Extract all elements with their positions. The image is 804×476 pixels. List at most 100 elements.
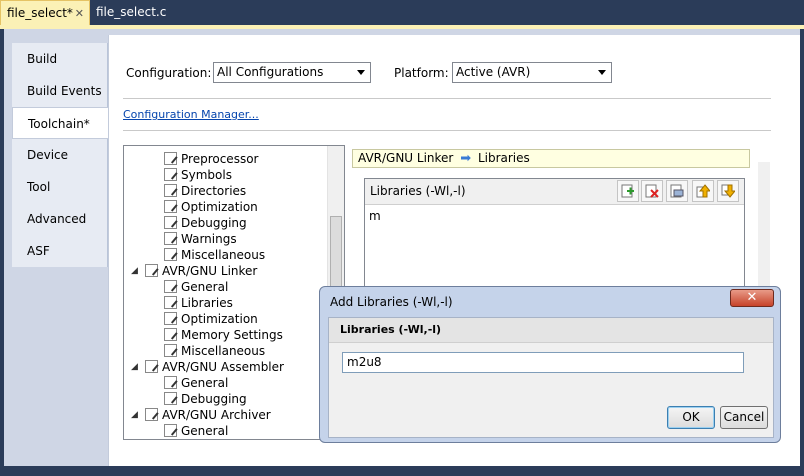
tree-item-label: Symbols [181, 168, 232, 182]
nav-tab-device[interactable]: Device [12, 139, 108, 171]
platform-value: Active (AVR) [456, 65, 531, 79]
tab-label: file_select* [7, 6, 73, 20]
breadcrumb-part: AVR/GNU Linker [358, 151, 454, 165]
expand-icon[interactable]: ◢ [131, 407, 138, 423]
divider [123, 130, 771, 131]
close-icon: ✕ [746, 290, 758, 305]
dialog-close-button[interactable]: ✕ [730, 289, 774, 307]
delete-item-button[interactable] [641, 180, 663, 202]
property-page-icon [164, 344, 177, 357]
tree-item-label: AVR/GNU Linker [162, 264, 258, 278]
tree-item[interactable]: General [164, 423, 228, 439]
tab-file-select-c[interactable]: file_select.c [90, 0, 166, 25]
libraries-header: Libraries (-Wl,-l) [365, 179, 744, 205]
tree-item[interactable]: Optimization [164, 199, 258, 215]
property-page-icon [164, 312, 177, 325]
delete-icon [645, 184, 659, 198]
tree-item[interactable]: Miscellaneous [164, 343, 265, 359]
platform-select[interactable]: Active (AVR) [452, 62, 612, 83]
tree-item-label: AVR/GNU Assembler [162, 360, 284, 374]
edit-item-button[interactable] [666, 180, 688, 202]
tree-item-label: Memory Settings [181, 328, 283, 342]
ok-button[interactable]: OK [667, 406, 715, 429]
configuration-manager-link[interactable]: Configuration Manager... [123, 108, 259, 121]
add-item-button[interactable] [617, 180, 639, 202]
cancel-button[interactable]: Cancel [720, 406, 768, 429]
tree-group[interactable]: ◢ AVR/GNU Linker [131, 263, 258, 279]
tree-group[interactable]: ◢ AVR/GNU Archiver [131, 407, 271, 423]
move-down-button[interactable] [717, 180, 739, 202]
configuration-value: All Configurations [217, 65, 324, 79]
tree-item[interactable]: Memory Settings [164, 327, 283, 343]
expand-icon[interactable]: ◢ [131, 359, 138, 375]
nav-tab-toolchain[interactable]: Toolchain* [12, 107, 110, 139]
tree-item-label: General [181, 424, 229, 438]
move-up-button[interactable] [692, 180, 714, 202]
tree-item[interactable]: Preprocessor [164, 151, 258, 167]
list-item[interactable]: m [369, 209, 381, 223]
tree-item[interactable]: Optimization [164, 311, 258, 327]
move-up-icon [696, 184, 710, 198]
property-page-icon [164, 232, 177, 245]
nav-tab-advanced[interactable]: Advanced [12, 203, 108, 235]
property-page-icon [164, 152, 177, 165]
tree-item-label: Libraries [181, 296, 233, 310]
property-page-icon [164, 328, 177, 341]
property-page-icon [145, 264, 158, 277]
tree-item[interactable]: Symbols [164, 167, 232, 183]
add-libraries-dialog: Add Libraries (-Wl,-l) ✕ Libraries (-Wl,… [319, 286, 781, 443]
property-page-icon [164, 168, 177, 181]
tree-item-label: Debugging [181, 216, 247, 230]
tree-item-label: General [181, 376, 229, 390]
tree-group[interactable]: ◢ AVR/GNU Assembler [131, 359, 284, 375]
dialog-title: Add Libraries (-Wl,-l) [330, 295, 453, 309]
property-page-icon [164, 248, 177, 261]
close-icon[interactable]: ✕ [75, 1, 84, 26]
nav-tab-build-events[interactable]: Build Events [12, 75, 108, 107]
tree-item-label: Warnings [181, 232, 237, 246]
property-page-icon [164, 280, 177, 293]
arrow-right-icon: ➡ [460, 151, 472, 166]
chevron-down-icon [357, 70, 365, 75]
nav-tab-asf[interactable]: ASF [12, 235, 108, 267]
libraries-header-label: Libraries (-Wl,-l) [370, 184, 466, 198]
property-page-icon [145, 360, 158, 373]
divider [123, 98, 771, 99]
tree-item[interactable]: Miscellaneous [164, 247, 265, 263]
tree-item-label: Optimization [181, 200, 258, 214]
property-page-icon [164, 376, 177, 389]
panel-scrollbar[interactable] [758, 162, 770, 292]
tree-item-label: Optimization [181, 312, 258, 326]
tree-item[interactable]: General [164, 375, 228, 391]
tree-item[interactable]: Directories [164, 183, 246, 199]
add-icon [621, 184, 634, 198]
tab-file-select[interactable]: file_select* ✕ [0, 0, 90, 25]
property-page-icon [164, 392, 177, 405]
libraries-list[interactable]: Libraries (-Wl,-l) m [364, 178, 745, 288]
tree-item[interactable]: Libraries [164, 295, 233, 311]
property-page-icon [164, 184, 177, 197]
expand-icon[interactable]: ◢ [131, 263, 138, 279]
tree-item-label: Debugging [181, 392, 247, 406]
nav-tab-tool[interactable]: Tool [12, 171, 108, 203]
tree-item[interactable]: General [164, 279, 228, 295]
dialog-body: Libraries (-Wl,-l) m2u8 OK Cancel [328, 317, 774, 438]
nav-tab-build[interactable]: Build [12, 43, 108, 75]
tree-item[interactable]: Debugging [164, 391, 247, 407]
tree-item-label: Miscellaneous [181, 248, 266, 262]
tree-item[interactable]: Debugging [164, 215, 247, 231]
tree-item-label: AVR/GNU Archiver [162, 408, 271, 422]
configuration-select[interactable]: All Configurations [213, 62, 371, 83]
breadcrumb-part: Libraries [477, 151, 530, 165]
property-page-icon [164, 200, 177, 213]
property-page-icon [164, 216, 177, 229]
dialog-header-label: Libraries (-Wl,-l) [340, 323, 442, 336]
platform-label: Platform: [394, 66, 449, 80]
tree-item-label: Miscellaneous [181, 344, 266, 358]
tree-item-label: Directories [181, 184, 247, 198]
property-page-icon [164, 296, 177, 309]
library-name-input[interactable]: m2u8 [342, 352, 744, 373]
configuration-label: Configuration: [126, 66, 212, 80]
tree-item[interactable]: Warnings [164, 231, 237, 247]
dialog-header: Libraries (-Wl,-l) [329, 318, 773, 343]
